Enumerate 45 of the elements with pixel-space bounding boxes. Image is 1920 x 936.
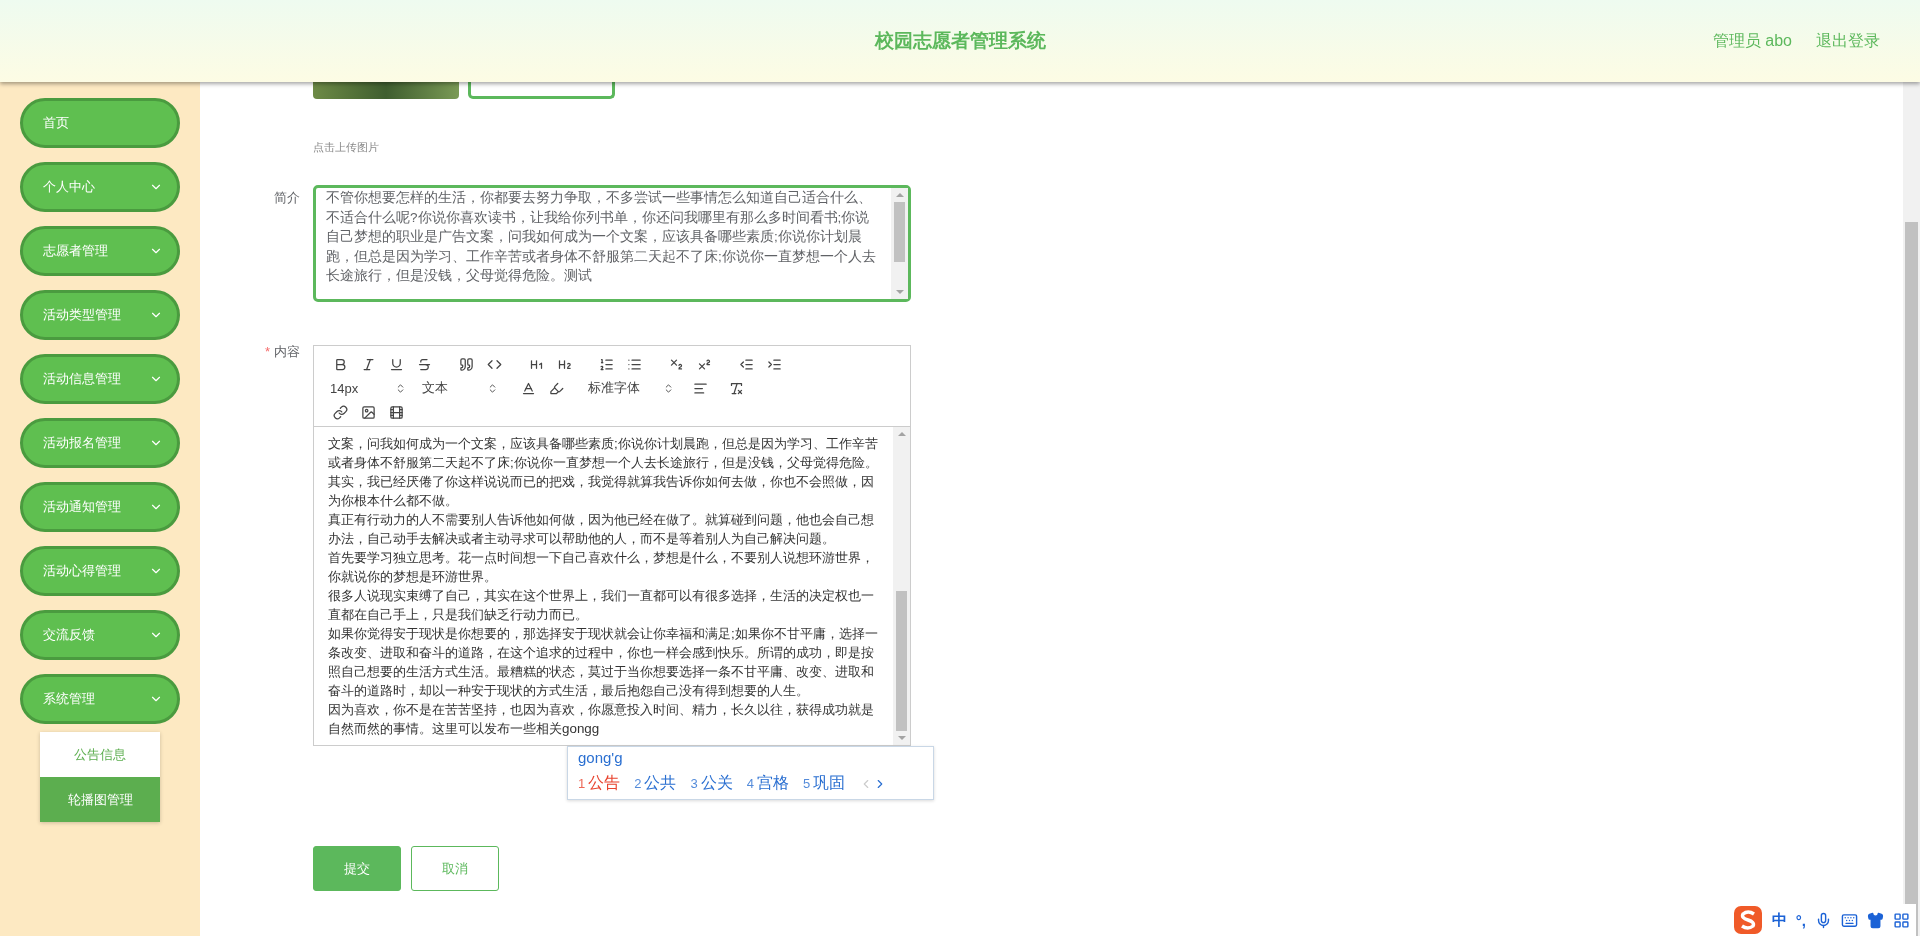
ime-logo-icon[interactable] [1732, 905, 1763, 935]
sidebar-item[interactable]: 志愿者管理 [20, 226, 180, 276]
microphone-icon[interactable] [1815, 911, 1832, 929]
required-mark: * [264, 344, 270, 359]
ime-candidate[interactable]: 3 公关 [690, 773, 733, 794]
ime-mode[interactable]: 中 [1771, 910, 1787, 930]
sidebar-item[interactable]: 活动信息管理 [20, 354, 180, 404]
ime-punctuation[interactable]: °, [1795, 911, 1806, 929]
ime-candidate[interactable]: 4 宫格 [746, 773, 789, 794]
logout-link[interactable]: 退出登录 [1816, 30, 1880, 52]
scrollbar[interactable] [891, 188, 908, 299]
up-down-arrows-icon[interactable] [663, 382, 674, 394]
font-size-select[interactable]: 14px [326, 380, 406, 396]
field-label: 简介 [273, 189, 300, 207]
submenu-item[interactable]: 轮播图管理 [40, 777, 160, 822]
admin-user-link[interactable]: 管理员 abo [1712, 30, 1792, 52]
intro-textarea[interactable]: 不管你想要怎样的生活，你都要去努力争取，不多尝试一些事情怎么知道自己适合什么、不适合什么呢?你说你喜欢读书，让我给你列书单，你还问我哪里有那么多时间看书;你说自己梦想的职业是广告文案，问我如何成为一个文案，应该具备哪些素质;你说你计划晨跑，但总是因为学习、工作辛苦或者身体不舒服第二天起不了床;你说你一直梦想一个人去长途旅行，但是没钱，父母觉得危险。测试 [313, 185, 911, 302]
ime-candidate[interactable]: 2 公共 [634, 773, 677, 794]
sidebar-item[interactable]: 首页 [20, 98, 180, 148]
upload-hint: 点击上传图片 [313, 140, 380, 155]
field-label: * 内容 [263, 343, 300, 361]
sidebar-item[interactable]: 活动通知管理 [20, 482, 180, 532]
sidebar-item[interactable]: 活动心得管理 [20, 546, 180, 596]
shirt-icon[interactable] [1867, 911, 1884, 929]
cancel-button[interactable]: 取消 [411, 846, 499, 891]
sidebar-item[interactable]: 活动报名管理 [20, 418, 180, 468]
ime-composition: gong'g [578, 749, 624, 768]
sidebar-item[interactable]: 个人中心 [20, 162, 180, 212]
submenu-item[interactable]: 公告信息 [40, 732, 160, 777]
ime-candidate[interactable]: 1 公告 [578, 773, 621, 794]
up-down-arrows-icon[interactable] [395, 382, 406, 394]
submit-button[interactable]: 提交 [313, 846, 401, 891]
app-title: 校园志愿者管理系统 [874, 29, 1046, 53]
editor-content[interactable]: 文案，问我如何成为一个文案，应该具备哪些素质;你说你计划晨跑，但总是因为学习、工作辛苦或者身体不舒服第二天起不了床;你说你一直梦想一个人去长途旅行，但是没钱，父母觉得危险。 其实，我已经厌倦了你这样说说而已的把戏，我觉得就算我告诉你如何去做，你也不会照做，因为你根本什么都不做。 真正有行动力的人不需要别人告诉他如何做，因为他已经在做了。就算碰到问题，他也会自己想办法，自己动手去解决或者主动寻求可以帮助他的人，而不是等着别人为自己解决问题。 首先要学习独立思考。花一点时间想一下自己喜欢什么，梦想是什么，不要别人说想环游世界，你就说你的梦想是环游世界。 很多人说现实束缚了自己，其实在这个世界上，我们一直都可以有很多选择，生活的决定权也一直都在自己手上，只是我们缺乏行动力而已。 如果你觉得安于现状是你想要的，那选择安于现状就会让你幸福和满足;如果你不甘平庸，选择一条改变、进取和奋斗的道路，在这个追求的过程中，你也一样会感到快乐。所谓的成功，即是按照自己想要的生活方式生活。最糟糕的状态，莫过于当你想要选择一条不甘平庸、改变、进取和奋斗的道路时，却以一种安于现状的方式生活，最后抱怨自己没有得到想要的人生。 因为喜欢，你不是在苦苦坚持，也因为喜欢，你愿意投入时间、精力，长久以往，获得成功就是自然而然的事情。这里可以发布一些相关gongg [314, 415, 893, 745]
sidebar-item[interactable]: 活动类型管理 [20, 290, 180, 340]
sidebar-item[interactable]: 系统管理 [20, 674, 180, 724]
up-down-arrows-icon[interactable] [487, 382, 498, 394]
sidebar-item[interactable]: 交流反馈 [20, 610, 180, 660]
scrollbar[interactable] [893, 427, 910, 745]
keyboard-icon[interactable] [1841, 911, 1858, 929]
ime-candidate[interactable]: 5 巩固 [802, 773, 846, 794]
heading-select[interactable]: 文本 [418, 379, 498, 397]
grid-icon[interactable] [1893, 911, 1910, 929]
page-scrollbar[interactable] [1903, 82, 1920, 936]
font-family-select[interactable]: 标准字体 [584, 379, 674, 397]
